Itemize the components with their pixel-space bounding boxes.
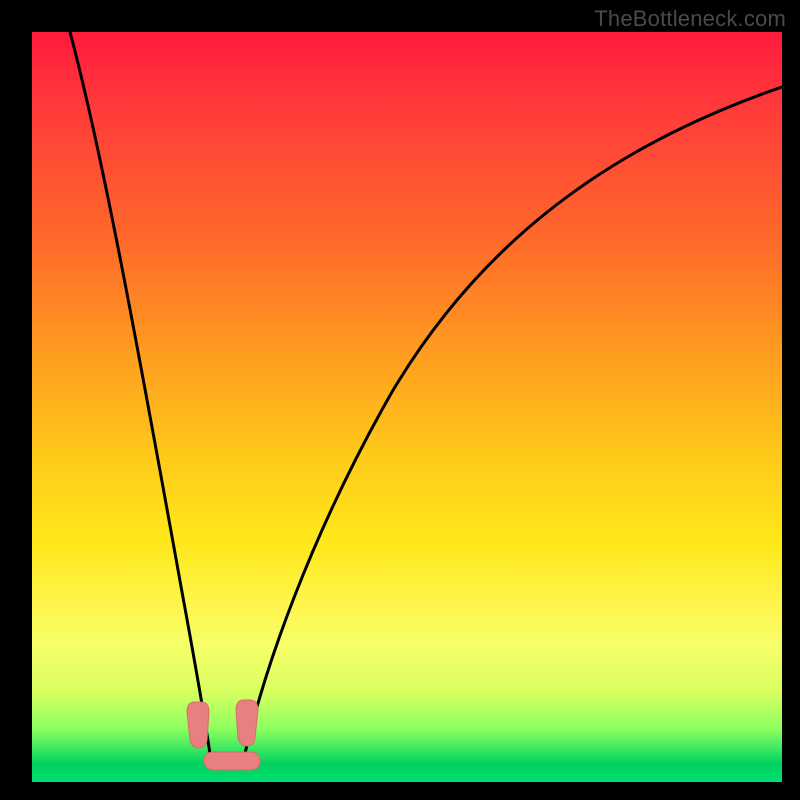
watermark-text: TheBottleneck.com — [594, 6, 786, 32]
chart-svg — [32, 32, 782, 782]
bottleneck-curve — [70, 32, 782, 767]
marker-bottom-lobe — [204, 752, 260, 770]
chart-frame: TheBottleneck.com — [0, 0, 800, 800]
marker-left-lobe — [187, 702, 209, 748]
marker-right-lobe — [236, 700, 258, 746]
chart-plot-area — [32, 32, 782, 782]
